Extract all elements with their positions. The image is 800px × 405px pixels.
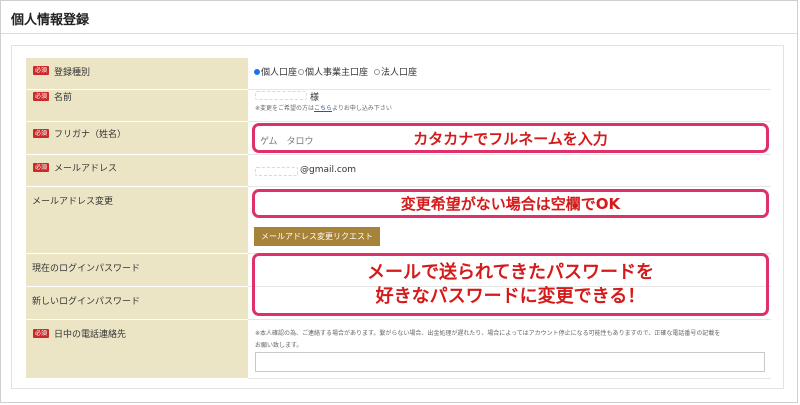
radio-individual[interactable]: 個人口座 (254, 65, 297, 78)
page-title: 個人情報登録 (11, 13, 90, 28)
label-cell: 必須 日中の電話連絡先 (26, 320, 248, 379)
row-phone: 必須 日中の電話連絡先 ※本人確認の為、ご連絡する場合があります。繋がらない場合… (26, 320, 771, 379)
window-frame: 個人情報登録 必須 登録種別 個人口座 個人事業主口座 法人口座 必須 名前 様… (0, 0, 798, 403)
masked-name (255, 91, 307, 100)
annotation-email-change-text: 変更希望がない場合は空欄でOK (400, 195, 621, 213)
annotation-password-line1: メールで送られてきたパスワードを (367, 261, 654, 283)
required-badge: 必須 (33, 329, 49, 338)
annotation-password: メールで送られてきたパスワードを 好きなパスワードに変更できる！ (252, 253, 769, 316)
required-badge: 必須 (33, 163, 49, 172)
required-badge: 必須 (33, 66, 49, 75)
annotation-password-line2: 好きなパスワードに変更できる！ (375, 285, 646, 307)
phone-note-line1: ※本人確認の為、ご連絡する場合があります。繋がらない場合、出金処理が遅れたり、場… (255, 330, 721, 337)
label-cell: 必須 登録種別 (26, 58, 248, 90)
current-password-label: 現在のログインパスワード (32, 264, 141, 274)
name-change-link[interactable]: こちら (314, 105, 332, 112)
name-suffix: 様 (310, 93, 320, 103)
required-badge: 必須 (33, 92, 49, 101)
email-domain: @gmail.com (300, 165, 357, 175)
annotation-furigana-text: カタカナでフルネームを入力 (413, 129, 608, 148)
phone-input[interactable] (255, 352, 765, 372)
radio-unselected-icon (298, 69, 304, 75)
label-cell: メールアドレス変更 (26, 187, 248, 254)
annotation-email-change: 変更希望がない場合は空欄でOK (252, 189, 769, 218)
radio-corporate[interactable]: 法人口座 (374, 65, 417, 78)
masked-email-local (255, 167, 298, 176)
value-cell: ※本人確認の為、ご連絡する場合があります。繋がらない場合、出金処理が遅れたり、場… (248, 320, 771, 379)
label-cell: 必須 名前 (26, 90, 248, 122)
required-badge: 必須 (33, 129, 49, 138)
new-password-label: 新しいログインパスワード (32, 297, 141, 307)
label-cell: 必須 メールアドレス (26, 155, 248, 187)
furigana-label: フリガナ（姓名） (54, 130, 127, 140)
title-divider (1, 33, 797, 34)
value-cell: 個人口座 個人事業主口座 法人口座 (248, 58, 771, 90)
name-label: 名前 (54, 93, 73, 103)
label-cell: 新しいログインパスワード (26, 287, 248, 320)
label-cell: 必須 フリガナ（姓名） (26, 122, 248, 155)
email-label: メールアドレス (54, 164, 118, 174)
label-cell: 現在のログインパスワード (26, 254, 248, 287)
row-email: 必須 メールアドレス @gmail.com (26, 155, 771, 187)
row-account-type: 必須 登録種別 個人口座 個人事業主口座 法人口座 (26, 58, 771, 90)
phone-note-line2: お願い致します。 (255, 342, 303, 349)
radio-unselected-icon (374, 69, 380, 75)
annotation-furigana: カタカナでフルネームを入力 (252, 123, 769, 153)
email-change-request-button[interactable]: メールアドレス変更リクエスト (254, 227, 380, 246)
name-change-note: ※変更をご希望の方はこちらよりお申し込み下さい (255, 105, 392, 112)
email-change-label: メールアドレス変更 (32, 197, 114, 207)
value-cell: @gmail.com (248, 155, 771, 187)
phone-label: 日中の電話連絡先 (54, 330, 127, 340)
radio-selected-icon (254, 69, 260, 75)
row-name: 必須 名前 様 ※変更をご希望の方はこちらよりお申し込み下さい (26, 90, 771, 122)
account-type-label: 登録種別 (54, 68, 91, 78)
value-cell: 様 ※変更をご希望の方はこちらよりお申し込み下さい (248, 90, 771, 122)
radio-sole-proprietor[interactable]: 個人事業主口座 (298, 65, 368, 78)
